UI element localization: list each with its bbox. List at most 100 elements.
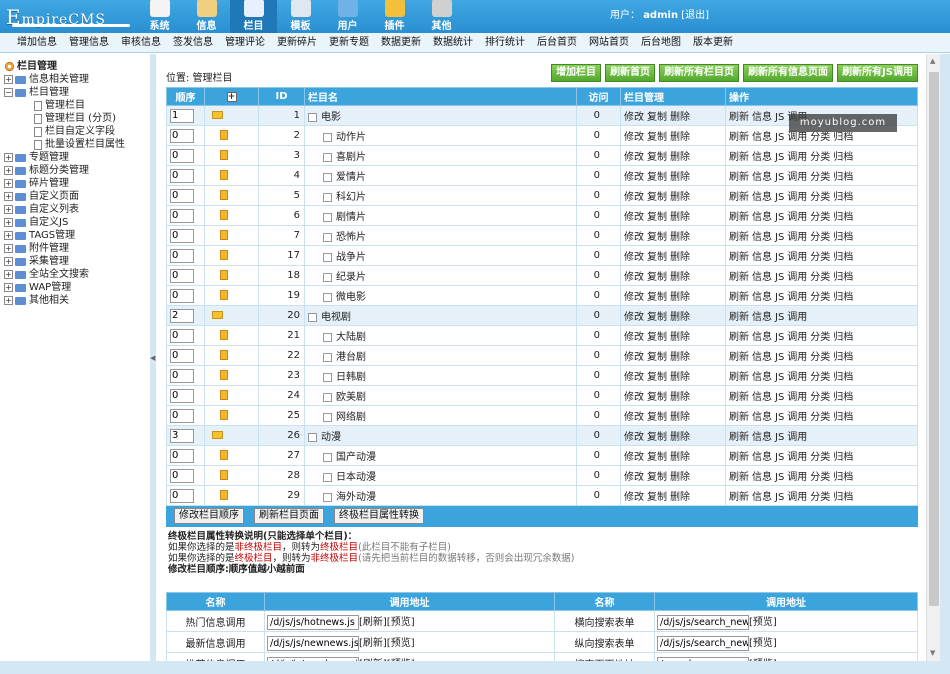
- class-name-link[interactable]: 国产动漫: [336, 452, 376, 463]
- op-link[interactable]: 分类: [810, 232, 830, 243]
- op-link[interactable]: JS: [775, 332, 784, 343]
- nav-other[interactable]: 其他: [418, 0, 465, 33]
- scroll-down-icon[interactable]: ▼: [930, 649, 935, 657]
- order-input[interactable]: [170, 308, 194, 323]
- order-input[interactable]: [170, 288, 194, 303]
- manage-link[interactable]: 删除: [670, 152, 690, 163]
- op-link[interactable]: JS: [775, 232, 784, 243]
- subnav-item[interactable]: 更新碎片: [277, 33, 317, 52]
- op-link[interactable]: 调用: [787, 432, 807, 443]
- op-link[interactable]: 信息: [752, 232, 772, 243]
- order-input[interactable]: [170, 328, 194, 343]
- op-link[interactable]: 信息: [752, 352, 772, 363]
- class-name-link[interactable]: 港台剧: [336, 352, 366, 363]
- manage-link[interactable]: 复制: [647, 432, 667, 443]
- manage-link[interactable]: 删除: [670, 472, 690, 483]
- document-icon[interactable]: [220, 330, 228, 340]
- document-icon[interactable]: [220, 210, 228, 220]
- order-input[interactable]: [170, 448, 194, 463]
- js-path-input[interactable]: [267, 635, 359, 651]
- class-name-link[interactable]: 动作片: [336, 132, 366, 143]
- sidebar-item[interactable]: − 栏目管理: [4, 86, 150, 99]
- manage-link[interactable]: 复制: [647, 252, 667, 263]
- nav-plugin[interactable]: 插件: [371, 0, 418, 33]
- sidebar-item[interactable]: + 自定义JS: [4, 216, 150, 229]
- class-name-link[interactable]: 电影: [321, 112, 341, 123]
- op-link[interactable]: JS: [775, 292, 784, 303]
- op-link[interactable]: 刷新: [729, 212, 749, 223]
- order-input[interactable]: [170, 208, 194, 223]
- op-link[interactable]: JS: [775, 432, 784, 443]
- manage-link[interactable]: 复制: [647, 292, 667, 303]
- manage-link[interactable]: 复制: [647, 452, 667, 463]
- op-link[interactable]: JS: [775, 132, 784, 143]
- op-link[interactable]: 信息: [752, 252, 772, 263]
- plus-icon[interactable]: +: [4, 192, 13, 201]
- subnav-item[interactable]: 审核信息: [121, 33, 161, 52]
- plus-icon[interactable]: +: [4, 270, 13, 279]
- manage-link[interactable]: 复制: [647, 172, 667, 183]
- folder-icon[interactable]: [212, 111, 223, 119]
- op-link[interactable]: 分类: [810, 472, 830, 483]
- document-icon[interactable]: [220, 370, 228, 380]
- plus-icon[interactable]: +: [4, 166, 13, 175]
- row-checkbox[interactable]: [323, 372, 332, 382]
- op-link[interactable]: JS: [775, 372, 784, 383]
- subnav-item[interactable]: 后台地图: [641, 33, 681, 52]
- manage-link[interactable]: 删除: [670, 272, 690, 283]
- manage-link[interactable]: 修改: [624, 312, 644, 323]
- op-link[interactable]: 刷新: [729, 412, 749, 423]
- op-link[interactable]: 刷新: [729, 432, 749, 443]
- op-link[interactable]: 刷新: [729, 172, 749, 183]
- op-link[interactable]: 刷新: [729, 252, 749, 263]
- action-button[interactable]: 修改栏目顺序: [174, 508, 244, 524]
- class-name-link[interactable]: 电视剧: [321, 312, 351, 323]
- op-link[interactable]: 调用: [787, 412, 807, 423]
- manage-link[interactable]: 修改: [624, 432, 644, 443]
- op-link[interactable]: 调用: [787, 252, 807, 263]
- op-link[interactable]: 刷新: [729, 392, 749, 403]
- row-checkbox[interactable]: [323, 132, 332, 142]
- op-link[interactable]: 分类: [810, 452, 830, 463]
- js-path-input[interactable]: [267, 614, 359, 630]
- op-link[interactable]: 调用: [787, 492, 807, 503]
- order-input[interactable]: [170, 488, 194, 503]
- order-input[interactable]: [170, 228, 194, 243]
- op-link[interactable]: 信息: [752, 132, 772, 143]
- manage-link[interactable]: 复制: [647, 192, 667, 203]
- manage-link[interactable]: 修改: [624, 332, 644, 343]
- manage-link[interactable]: 复制: [647, 492, 667, 503]
- op-link[interactable]: JS: [775, 212, 784, 223]
- expand-all-icon[interactable]: +: [226, 92, 237, 102]
- op-link[interactable]: 刷新: [729, 272, 749, 283]
- op-link[interactable]: 分类: [810, 412, 830, 423]
- nav-template[interactable]: 模板: [277, 0, 324, 33]
- manage-link[interactable]: 修改: [624, 372, 644, 383]
- order-input[interactable]: [170, 388, 194, 403]
- class-name-link[interactable]: 欧美剧: [336, 392, 366, 403]
- class-name-link[interactable]: 微电影: [336, 292, 366, 303]
- manage-link[interactable]: 修改: [624, 292, 644, 303]
- op-link[interactable]: 归档: [833, 412, 853, 423]
- op-link[interactable]: JS: [775, 352, 784, 363]
- op-link[interactable]: JS: [775, 172, 784, 183]
- sidebar-item[interactable]: + 自定义页面: [4, 190, 150, 203]
- op-link[interactable]: 刷新: [729, 472, 749, 483]
- class-name-link[interactable]: 爱情片: [336, 172, 366, 183]
- class-name-link[interactable]: 大陆剧: [336, 332, 366, 343]
- sidebar-item[interactable]: + 全站全文搜索: [4, 268, 150, 281]
- js-path-input[interactable]: [657, 635, 749, 651]
- op-link[interactable]: 分类: [810, 492, 830, 503]
- manage-link[interactable]: 删除: [670, 352, 690, 363]
- subnav-item[interactable]: 管理信息: [69, 33, 109, 52]
- op-link[interactable]: 刷新: [729, 492, 749, 503]
- sidebar-item[interactable]: + TAGS管理: [4, 229, 150, 242]
- class-name-link[interactable]: 纪录片: [336, 272, 366, 283]
- op-link[interactable]: 调用: [787, 132, 807, 143]
- manage-link[interactable]: 删除: [670, 252, 690, 263]
- manage-link[interactable]: 删除: [670, 492, 690, 503]
- top-button[interactable]: 刷新首页: [605, 64, 656, 82]
- manage-link[interactable]: 修改: [624, 472, 644, 483]
- plus-icon[interactable]: +: [4, 296, 13, 305]
- manage-link[interactable]: 删除: [670, 232, 690, 243]
